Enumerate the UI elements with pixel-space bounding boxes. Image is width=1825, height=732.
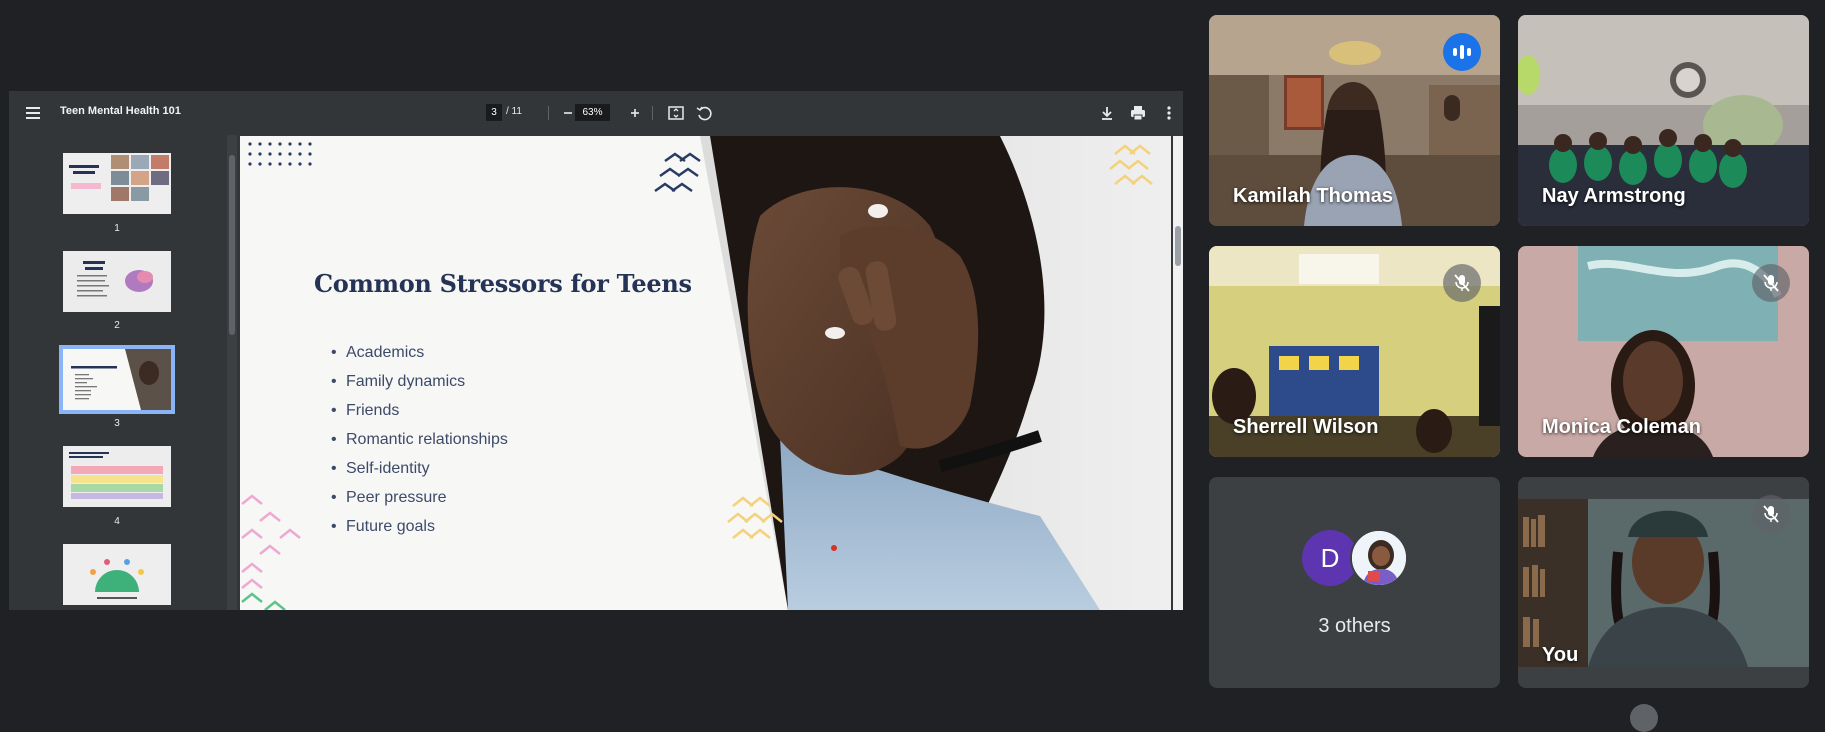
thumbnail-page-2[interactable] [63, 251, 171, 312]
thumbnail-number: 2 [114, 320, 120, 331]
participant-name: Nay Armstrong [1542, 185, 1686, 207]
thumbnail-number: 4 [114, 516, 120, 527]
rotate-button[interactable] [693, 102, 715, 124]
plus-icon [631, 109, 639, 117]
thumbnail-image [63, 251, 171, 312]
fit-page-button[interactable] [665, 102, 687, 124]
slide-canvas: Common Stressors for Teens Academics Fam… [240, 136, 1171, 610]
page-number-input[interactable]: 3 [486, 104, 502, 121]
participant-name: Monica Coleman [1542, 416, 1701, 438]
speaking-indicator-icon [1443, 33, 1481, 71]
thumbnail-scrollbar[interactable] [227, 135, 237, 610]
participant-tile[interactable]: Kamilah Thomas [1209, 15, 1500, 226]
pdf-viewer: Teen Mental Health 101 3 / 11 63% 1 2 3 … [9, 91, 1183, 610]
others-count-label: 3 others [1318, 615, 1391, 637]
document-title: Teen Mental Health 101 [60, 105, 181, 117]
pdf-toolbar: Teen Mental Health 101 3 / 11 63% [9, 91, 1183, 135]
more-options-button[interactable] [1158, 102, 1180, 124]
others-tile[interactable]: D 3 others [1209, 477, 1500, 688]
avatar-image [1352, 531, 1406, 585]
avatar [1350, 529, 1408, 587]
slide-bullet-list: Academics Family dynamics Friends Romant… [331, 344, 508, 547]
thumbnail-sidebar[interactable]: 1 2 3 4 [9, 135, 225, 610]
mic-off-icon [1752, 264, 1790, 302]
thumbnail-image [63, 349, 171, 410]
thumbnail-page-4[interactable] [63, 446, 171, 507]
list-item: Romantic relationships [331, 431, 508, 460]
list-item: Peer pressure [331, 489, 508, 518]
zoom-input[interactable]: 63% [575, 104, 610, 121]
zoom-in-button[interactable] [624, 102, 646, 124]
participant-tile[interactable]: Nay Armstrong [1518, 15, 1809, 226]
thumbnail-number: 1 [114, 223, 120, 234]
slide-title: Common Stressors for Teens [314, 269, 692, 298]
rotate-icon [696, 106, 712, 121]
thumbnail-page-3[interactable] [59, 345, 175, 414]
printer-icon [1131, 106, 1145, 121]
list-item: Family dynamics [331, 373, 508, 402]
list-item: Academics [331, 344, 508, 373]
participant-name: Kamilah Thomas [1233, 185, 1394, 207]
print-button[interactable] [1127, 102, 1149, 124]
fit-to-page-icon [668, 106, 684, 120]
participant-tile[interactable]: Sherrell Wilson [1209, 246, 1500, 457]
document-scrollbar[interactable] [1173, 136, 1183, 610]
thumbnail-image [63, 153, 171, 214]
mic-off-icon [1752, 495, 1790, 533]
list-item: Future goals [331, 518, 508, 547]
thumbnail-page-5[interactable] [63, 544, 171, 605]
download-button[interactable] [1096, 102, 1118, 124]
toolbar-divider [548, 106, 549, 120]
self-view-tile[interactable]: You [1518, 477, 1809, 688]
list-item: Self-identity [331, 460, 508, 489]
toolbar-divider [652, 106, 653, 120]
more-vert-icon [1167, 106, 1171, 120]
thumbnail-page-1[interactable] [63, 153, 171, 214]
page-total: / 11 [506, 106, 522, 117]
download-icon [1102, 107, 1112, 120]
mic-off-icon [1443, 264, 1481, 302]
thumbnail-number: 3 [114, 418, 120, 429]
menu-icon[interactable] [23, 103, 43, 123]
participant-name: You [1542, 644, 1579, 666]
participant-tile[interactable]: Monica Coleman [1518, 246, 1809, 457]
thumbnail-image [63, 544, 171, 605]
scroll-indicator[interactable] [1630, 704, 1658, 732]
list-item: Friends [331, 402, 508, 431]
thumbnail-image [63, 446, 171, 507]
participant-name: Sherrell Wilson [1233, 416, 1379, 438]
